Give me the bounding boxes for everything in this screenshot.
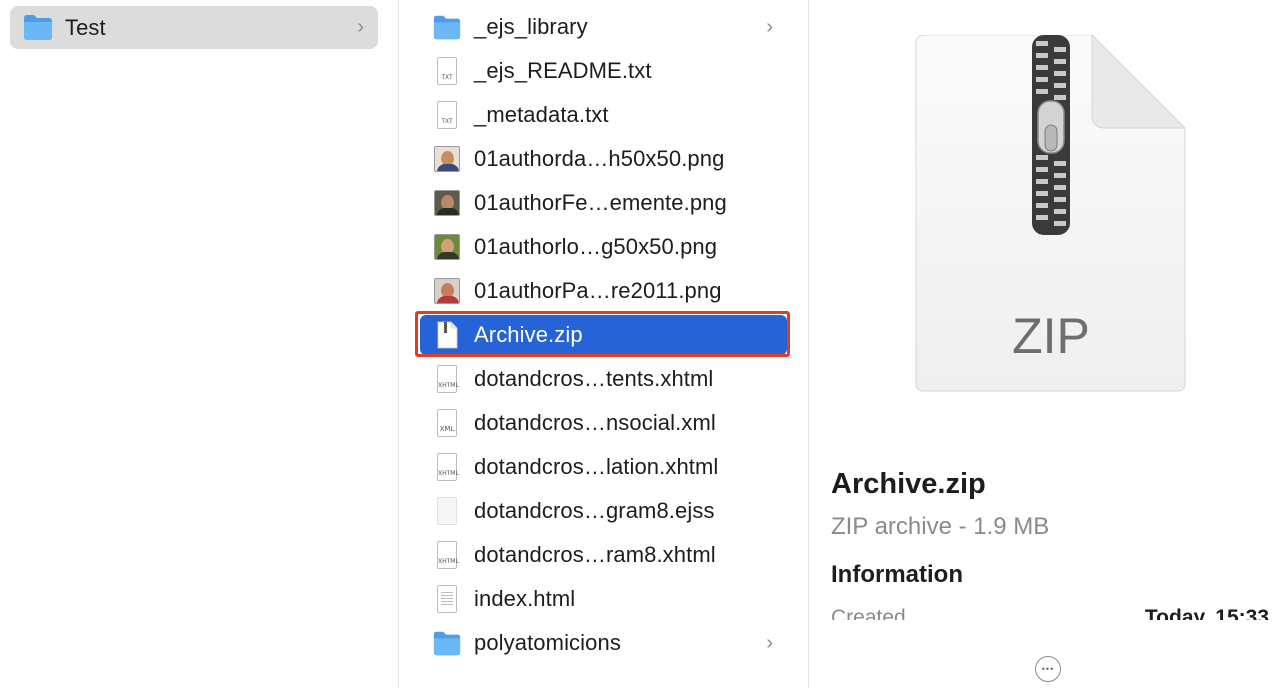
file-label: 01authorda…h50x50.png [474, 146, 725, 171]
file-row[interactable]: XML dotandcros…nsocial.xml [420, 403, 787, 443]
zip-preview-icon: ZIP [915, 35, 1186, 392]
file-label: dotandcros…lation.xhtml [474, 454, 719, 479]
file-label: 01authorlo…g50x50.png [474, 234, 718, 259]
chevron-right-icon: › [766, 631, 773, 654]
file-row[interactable]: XHTML dotandcros…lation.xhtml [420, 447, 787, 487]
png-thumbnail-icon [432, 232, 462, 262]
html-file-icon [432, 584, 462, 614]
folder-row-test[interactable]: Test › [10, 6, 378, 49]
txt-file-icon: TXT [432, 100, 462, 130]
preview-file-kind-size: ZIP archive - 1.9 MB [831, 513, 1050, 540]
blank-file-icon [432, 496, 462, 526]
png-thumbnail-icon [432, 188, 462, 218]
folder-label: Test [65, 14, 106, 40]
file-row[interactable]: TXT _metadata.txt [420, 95, 787, 135]
xhtml-file-icon: XHTML [432, 452, 462, 482]
file-label: 01authorFe…emente.png [474, 190, 727, 215]
png-thumbnail-icon [432, 276, 462, 306]
file-row[interactable]: XHTML dotandcros…ram8.xhtml [420, 535, 787, 575]
created-value: Today, 15:33 [1144, 606, 1269, 620]
created-label: Created [831, 606, 906, 620]
file-label: index.html [474, 586, 576, 611]
chevron-right-icon: › [357, 16, 364, 38]
file-label: dotandcros…nsocial.xml [474, 410, 716, 435]
file-row-selected[interactable]: Archive.zip [420, 315, 787, 355]
file-label: _ejs_library [474, 14, 588, 39]
file-label: polyatomicions [474, 630, 621, 655]
xhtml-file-icon: XHTML [432, 364, 462, 394]
file-row[interactable]: dotandcros…gram8.ejss [420, 491, 787, 531]
preview-file-name: Archive.zip [831, 468, 986, 500]
folder-icon [22, 12, 54, 42]
ellipsis-icon: ••• [1041, 664, 1055, 674]
file-label: _metadata.txt [474, 102, 609, 127]
file-row[interactable]: polyatomicions › [420, 623, 787, 663]
more-actions-button[interactable]: ••• [1035, 656, 1061, 682]
zip-file-icon [432, 320, 462, 350]
preview-pane: ZIP Archive.zip ZIP archive - 1.9 MB Inf… [809, 0, 1278, 688]
txt-file-icon: TXT [432, 56, 462, 86]
file-label: Archive.zip [474, 322, 583, 347]
file-row[interactable]: 01authorlo…g50x50.png [420, 227, 787, 267]
xhtml-file-icon: XHTML [432, 540, 462, 570]
sidebar-column: Test › [0, 0, 398, 688]
file-label: dotandcros…tents.xhtml [474, 366, 714, 391]
file-row[interactable]: XHTML dotandcros…tents.xhtml [420, 359, 787, 399]
file-label: _ejs_README.txt [474, 58, 652, 83]
file-row[interactable]: TXT _ejs_README.txt [420, 51, 787, 91]
folder-icon [432, 628, 462, 658]
png-thumbnail-icon [432, 144, 462, 174]
file-label: dotandcros…gram8.ejss [474, 498, 715, 523]
file-label: 01authorPa…re2011.png [474, 278, 722, 303]
zip-preview-label: ZIP [1012, 308, 1090, 364]
file-row[interactable]: index.html [420, 579, 787, 619]
file-label: dotandcros…ram8.xhtml [474, 542, 716, 567]
file-row[interactable]: 01authorPa…re2011.png [420, 271, 787, 311]
file-row[interactable]: _ejs_library › [420, 7, 787, 47]
information-heading: Information [831, 561, 963, 588]
created-row: Created Today, 15:33 [831, 600, 1271, 620]
xml-file-icon: XML [432, 408, 462, 438]
file-row[interactable]: 01authorda…h50x50.png [420, 139, 787, 179]
file-row[interactable]: 01authorFe…emente.png [420, 183, 787, 223]
chevron-right-icon: › [766, 15, 773, 38]
folder-icon [432, 12, 462, 42]
file-list-column: _ejs_library › TXT _ejs_README.txt TXT _… [399, 0, 808, 688]
